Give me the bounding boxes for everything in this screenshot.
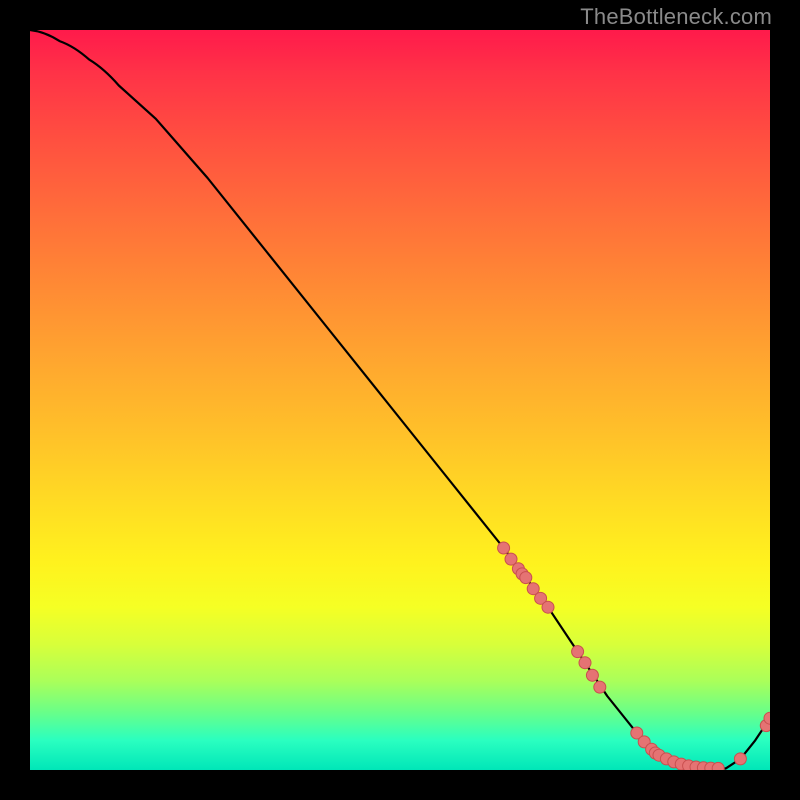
watermark-text: TheBottleneck.com xyxy=(580,4,772,30)
data-point xyxy=(712,762,724,770)
bottleneck-curve xyxy=(30,30,770,769)
plot-gradient-background xyxy=(30,30,770,770)
data-point xyxy=(520,572,532,584)
data-point xyxy=(594,681,606,693)
data-point xyxy=(734,753,746,765)
plot-svg xyxy=(30,30,770,770)
data-point xyxy=(572,646,584,658)
data-point xyxy=(498,542,510,554)
data-point xyxy=(586,669,598,681)
data-markers xyxy=(498,542,770,770)
data-point xyxy=(542,601,554,613)
chart-frame: TheBottleneck.com xyxy=(0,0,800,800)
data-point xyxy=(579,657,591,669)
